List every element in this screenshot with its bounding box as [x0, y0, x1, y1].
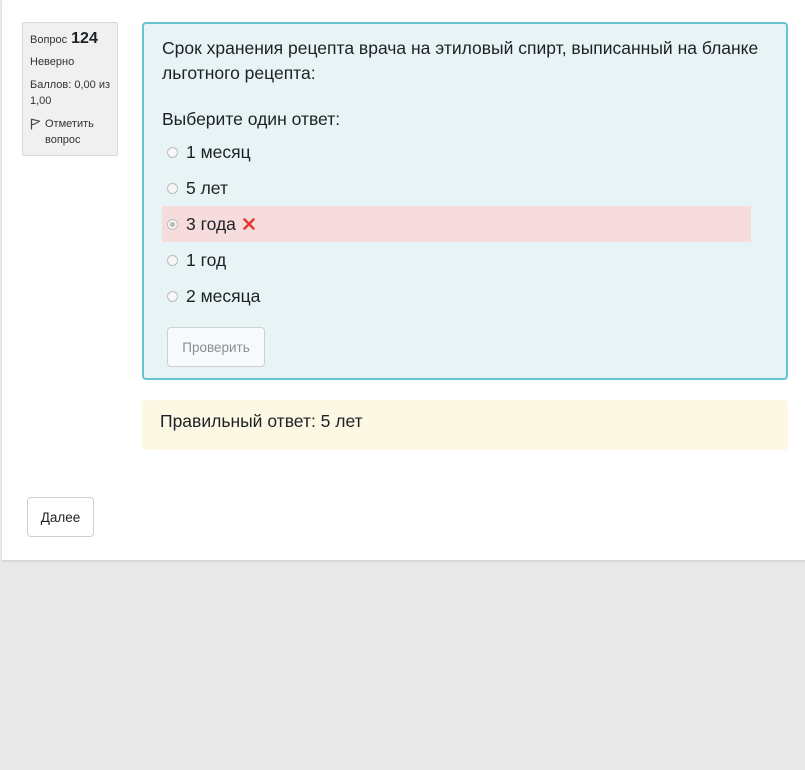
answer-radio[interactable] — [167, 290, 178, 302]
answer-option[interactable]: 1 месяц — [162, 134, 751, 170]
question-content: Срок хранения рецепта врача на этиловый … — [142, 22, 788, 380]
answer-radio[interactable] — [167, 146, 178, 158]
answer-label: 1 год — [186, 249, 227, 270]
check-button[interactable]: Проверить — [167, 327, 265, 367]
answer-label: 3 года — [186, 213, 236, 234]
answer-radio-checked[interactable] — [167, 218, 178, 230]
question-number: 124 — [71, 30, 98, 47]
answer-radio[interactable] — [167, 182, 178, 194]
question-text: Срок хранения рецепта врача на этиловый … — [162, 38, 759, 83]
answer-option[interactable]: 1 год — [162, 242, 751, 278]
flag-question-label: Отметить вопрос — [45, 118, 94, 146]
cross-icon — [242, 217, 256, 231]
answer-option[interactable]: 5 лет — [162, 170, 751, 206]
question-state: Неверно — [30, 56, 75, 68]
flag-icon — [30, 116, 41, 135]
question-label: Вопрос — [30, 34, 68, 46]
answer-option[interactable]: 2 месяца — [162, 278, 751, 314]
flag-question-link[interactable]: Отметить вопрос — [30, 116, 111, 148]
answer-label: 1 месяц — [186, 141, 251, 162]
next-button[interactable]: Далее — [27, 497, 94, 537]
quiz-page: Вопрос 124 Неверно Баллов: 0,00 из 1,00 … — [2, 0, 805, 561]
question-grade: Баллов: 0,00 из 1,00 — [30, 79, 111, 107]
answer-radio[interactable] — [167, 254, 178, 266]
answer-label: 2 месяца — [186, 285, 261, 306]
answer-option-selected-incorrect[interactable]: 3 года — [162, 206, 751, 242]
correct-answer-feedback: Правильный ответ: 5 лет — [142, 400, 788, 450]
question-number-line: Вопрос 124 — [30, 31, 111, 48]
question-info-panel: Вопрос 124 Неверно Баллов: 0,00 из 1,00 … — [22, 22, 118, 156]
answer-list: 1 месяц 5 лет 3 года 1 год 2 месяца — [162, 134, 768, 314]
answer-prompt: Выберите один ответ: — [162, 109, 341, 129]
answer-label: 5 лет — [186, 177, 228, 198]
